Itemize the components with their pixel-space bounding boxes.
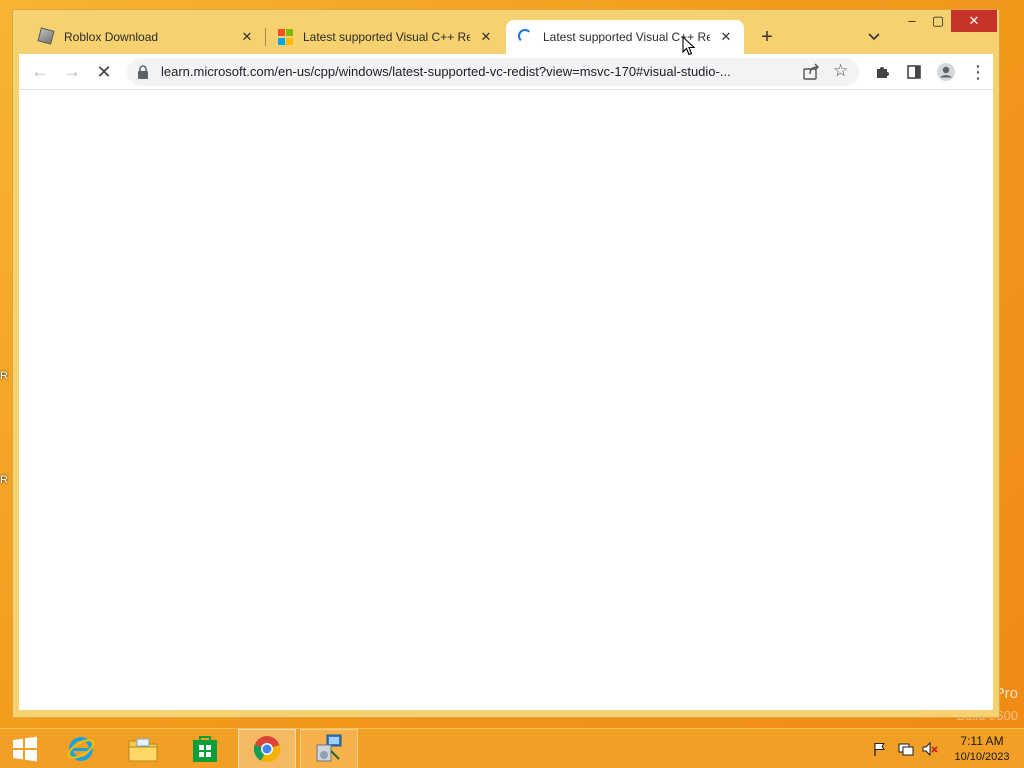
- tab-close-icon[interactable]: ✕: [237, 27, 257, 47]
- store-icon[interactable]: [176, 729, 234, 768]
- extensions-puzzle-icon[interactable]: [869, 59, 895, 85]
- stop-loading-button[interactable]: ✕: [91, 59, 117, 85]
- loading-spinner-icon: [518, 29, 534, 45]
- volume-muted-icon[interactable]: [922, 741, 938, 757]
- roblox-icon: [37, 27, 55, 45]
- network-icon[interactable]: [898, 741, 914, 757]
- new-tab-button[interactable]: +: [755, 25, 779, 49]
- back-button[interactable]: ←: [27, 59, 53, 85]
- system-tray: [872, 741, 942, 759]
- desktop-edge-text: R: [0, 474, 8, 486]
- installer-icon[interactable]: [300, 729, 358, 768]
- tab-visual-cpp-redist-active[interactable]: Latest supported Visual C++ Redistributa…: [506, 20, 744, 54]
- tab-search-chevron-icon[interactable]: [863, 25, 885, 49]
- taskbar: 7:11 AM 10/10/2023: [0, 728, 1024, 768]
- microsoft-logo-icon: [278, 29, 294, 45]
- tab-close-icon[interactable]: ✕: [716, 27, 736, 47]
- clock-date: 10/10/2023: [954, 751, 1010, 763]
- chrome-window: Roblox Download ✕ Latest supported Visua…: [12, 9, 1000, 718]
- desktop-edge-text: R: [0, 370, 8, 382]
- start-icon[interactable]: [0, 729, 50, 768]
- mouse-cursor-icon: [682, 36, 696, 56]
- browser-toolbar: ← → ✕ learn.microsoft.com/en-us/cpp/wind…: [19, 54, 993, 90]
- action-center-flag-icon[interactable]: [872, 741, 888, 757]
- page-content-loading: [19, 90, 993, 710]
- kebab-menu-icon[interactable]: ⋮: [965, 59, 991, 85]
- url-text[interactable]: learn.microsoft.com/en-us/cpp/windows/la…: [161, 64, 786, 79]
- tab-title: Latest supported Visual C++ Redistributa…: [303, 30, 470, 44]
- address-bar[interactable]: learn.microsoft.com/en-us/cpp/windows/la…: [127, 58, 859, 86]
- tab-roblox-download[interactable]: Roblox Download ✕: [27, 20, 265, 54]
- forward-button[interactable]: →: [59, 59, 85, 85]
- internet-explorer-icon[interactable]: [52, 729, 110, 768]
- minimize-button[interactable]: –: [899, 10, 925, 32]
- taskbar-clock[interactable]: 7:11 AM 10/10/2023: [944, 733, 1020, 765]
- window-close-button[interactable]: ✕: [951, 10, 997, 32]
- share-icon[interactable]: [801, 62, 821, 82]
- tab-title: Roblox Download: [64, 30, 159, 44]
- tab-close-icon[interactable]: ✕: [476, 27, 496, 47]
- chrome-icon[interactable]: [238, 729, 296, 768]
- tab-visual-cpp-redist[interactable]: Latest supported Visual C++ Redistributa…: [266, 20, 504, 54]
- lock-icon[interactable]: [137, 65, 149, 79]
- clock-time: 7:11 AM: [960, 734, 1004, 748]
- maximize-button[interactable]: ▢: [925, 10, 951, 32]
- file-explorer-icon[interactable]: [114, 729, 172, 768]
- tab-strip: Roblox Download ✕ Latest supported Visua…: [13, 10, 999, 54]
- bookmark-star-icon[interactable]: ☆: [833, 61, 848, 81]
- side-panel-icon[interactable]: [901, 59, 927, 85]
- profile-avatar-icon[interactable]: [933, 59, 959, 85]
